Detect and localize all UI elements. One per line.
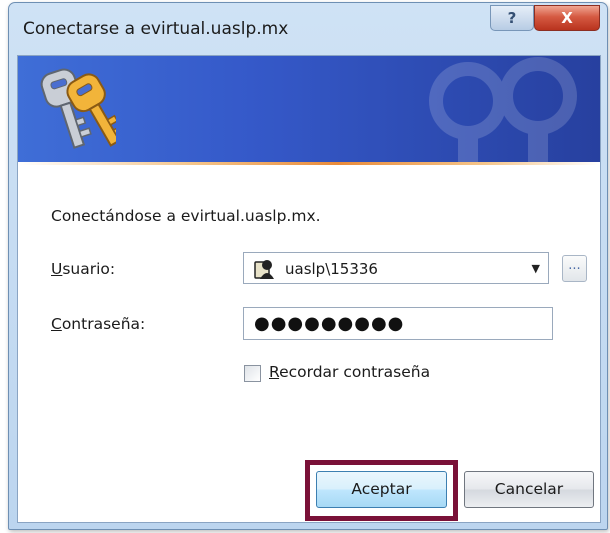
ok-button[interactable]: Aceptar [316, 471, 447, 508]
chevron-down-icon[interactable]: ▼ [532, 262, 540, 275]
close-button[interactable]: X [534, 5, 600, 31]
cancel-button[interactable]: Cancelar [464, 471, 594, 508]
remember-text: ecordar contraseña [279, 363, 431, 381]
user-label-mnemonic: U [51, 260, 63, 278]
remember-password-checkbox[interactable] [244, 365, 261, 382]
login-dialog: Conectarse a evirtual.uaslp.mx ? X Conec… [8, 2, 608, 530]
password-input[interactable] [243, 307, 553, 340]
banner-accent-line [18, 162, 600, 165]
help-button[interactable]: ? [490, 5, 534, 31]
help-icon: ? [507, 9, 517, 27]
user-label-text: suario: [62, 260, 116, 278]
browse-users-button[interactable]: ... [562, 255, 587, 282]
password-label: Contraseña: [51, 315, 145, 333]
user-card-icon [254, 260, 274, 279]
password-label-mnemonic: C [51, 315, 62, 333]
user-combobox[interactable]: uaslp\15336 ▼ [243, 252, 549, 284]
remember-mnemonic: R [269, 363, 280, 381]
dialog-body: Conectándose a evirtual.uaslp.mx. Usuari… [17, 55, 601, 523]
window-title: Conectarse a evirtual.uaslp.mx [23, 19, 289, 39]
password-label-text: ontraseña: [61, 315, 146, 333]
close-icon: X [561, 9, 573, 27]
keys-watermark-icon [429, 57, 577, 164]
user-value: uaslp\15336 [285, 260, 378, 278]
user-label: Usuario: [51, 260, 115, 278]
title-bar[interactable]: Conectarse a evirtual.uaslp.mx ? X [9, 3, 607, 55]
browse-label: ... [568, 258, 581, 273]
banner [18, 56, 600, 164]
keys-icon [40, 68, 116, 149]
connecting-message: Conectándose a evirtual.uaslp.mx. [51, 207, 321, 225]
remember-password-label[interactable]: Recordar contraseña [269, 363, 430, 381]
